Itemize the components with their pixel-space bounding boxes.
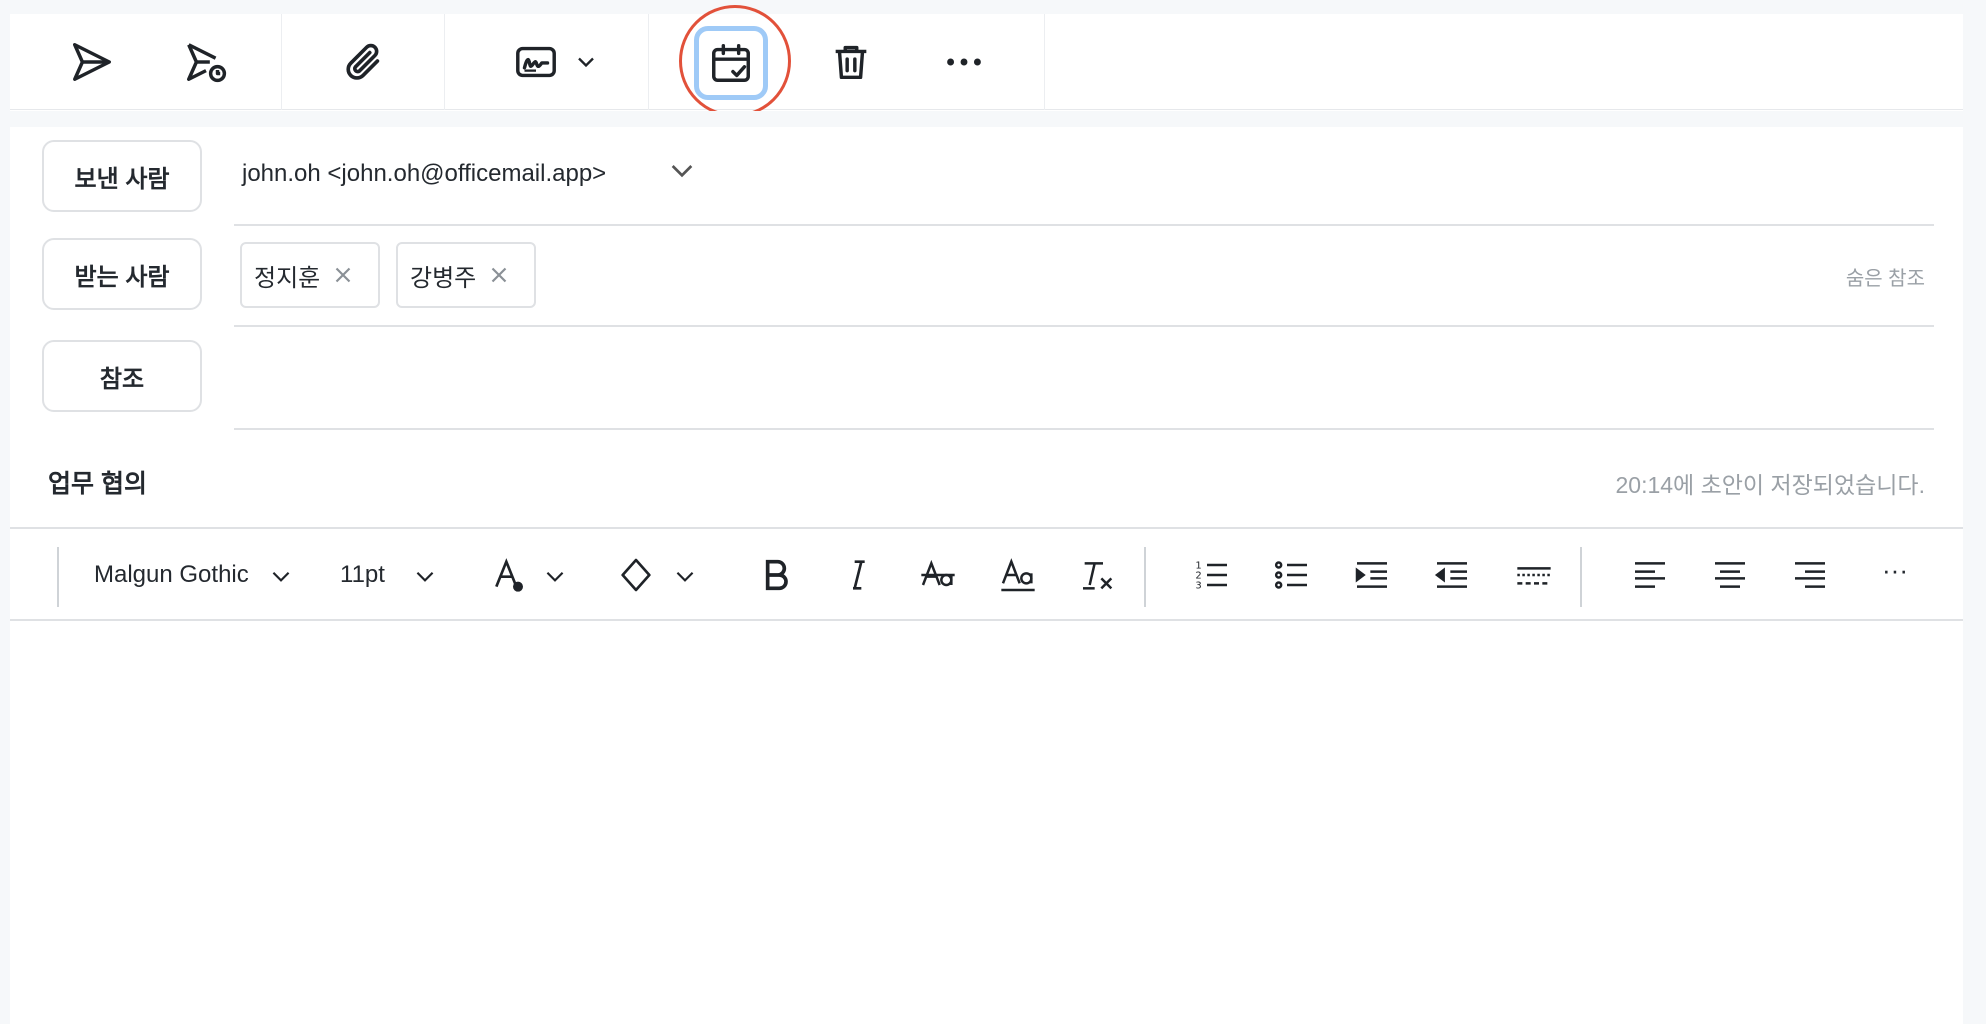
chevron-down-icon [578, 57, 594, 68]
chevron-down-icon[interactable] [672, 563, 698, 589]
outdent-icon [1434, 562, 1467, 588]
format-more-button[interactable]: ··· [1882, 555, 1908, 586]
clear-format-button[interactable] [1078, 555, 1118, 595]
recipient-chip[interactable]: 강병주 [396, 242, 536, 308]
trash-icon [835, 45, 867, 80]
calendar-check-icon [712, 44, 750, 82]
strikethrough-icon [921, 559, 955, 587]
signature-icon [516, 46, 556, 78]
strikethrough-button[interactable] [918, 555, 958, 595]
compose-toolbar [10, 5, 1963, 117]
from-address: john.oh <john.oh@officemail.app> [242, 160, 607, 187]
more-horizontal-icon [947, 58, 981, 66]
underline-button[interactable] [998, 555, 1038, 595]
send-group [10, 14, 282, 110]
delete-button[interactable] [823, 34, 879, 90]
chevron-down-icon[interactable] [666, 154, 698, 186]
from-button[interactable]: 보낸 사람 [42, 140, 202, 212]
outdent-button[interactable] [1432, 555, 1472, 595]
chevron-down-icon[interactable] [412, 563, 438, 589]
chevron-down-icon[interactable] [268, 563, 294, 589]
underline-icon [1001, 558, 1035, 592]
attachment-icon [346, 43, 380, 80]
indent-icon [1355, 562, 1387, 588]
close-icon[interactable] [486, 262, 512, 288]
schedule-meeting-button[interactable] [694, 26, 768, 100]
more-options-button[interactable] [936, 34, 992, 90]
format-toolbar: Malgun Gothic 11pt 123 ··· [10, 527, 1963, 621]
attach-button[interactable] [336, 34, 392, 90]
cc-divider [234, 428, 1934, 430]
send-button[interactable] [64, 34, 120, 90]
align-center-button[interactable] [1710, 555, 1750, 595]
from-divider [234, 224, 1934, 226]
font-color-button[interactable] [488, 555, 528, 595]
cc-button[interactable]: 참조 [42, 340, 202, 412]
draft-saved-status: 20:14에 초안이 저장되었습니다. [1615, 472, 1926, 498]
italic-icon [853, 560, 865, 590]
to-button[interactable]: 받는 사람 [42, 238, 202, 310]
bold-icon [765, 559, 788, 591]
scheduled-send-button[interactable] [178, 34, 234, 90]
font-size-select[interactable]: 11pt [340, 561, 385, 589]
toolbar-divider [57, 547, 59, 607]
to-divider [234, 325, 1934, 327]
bullet-list-button[interactable] [1272, 555, 1312, 595]
numbered-list-icon: 123 [1195, 560, 1227, 591]
horizontal-rule-icon [1517, 567, 1551, 585]
bullet-list-icon [1274, 561, 1307, 589]
highlight-color-button[interactable] [616, 555, 656, 595]
toolbar-divider [1144, 547, 1146, 607]
clear-format-icon [1083, 562, 1113, 590]
recipient-chip[interactable]: 정지훈 [240, 242, 380, 308]
indent-button[interactable] [1352, 555, 1392, 595]
align-right-button[interactable] [1790, 555, 1830, 595]
bcc-toggle[interactable]: 숨은 참조 [1846, 262, 1925, 291]
signature-dropdown-button[interactable] [566, 34, 606, 90]
signature-button[interactable] [508, 34, 564, 90]
toolbar-gap [10, 111, 1963, 127]
numbered-list-button[interactable]: 123 [1192, 555, 1232, 595]
toolbar-divider [1580, 547, 1582, 607]
recipient-name: 정지훈 [254, 264, 321, 292]
paint-bucket-icon [621, 558, 651, 592]
send-icon [73, 43, 111, 81]
align-left-icon [1635, 562, 1665, 588]
italic-button[interactable] [838, 555, 878, 595]
scheduled-send-icon [187, 43, 227, 83]
recipient-name: 강병주 [410, 264, 477, 292]
message-body-editor[interactable] [10, 622, 1963, 1024]
compose-window: 보낸 사람 john.oh <john.oh@officemail.app> 받… [10, 5, 1963, 1024]
align-center-icon [1715, 562, 1745, 588]
subject-field[interactable]: 업무 협의 [48, 464, 147, 500]
horizontal-rule-button[interactable] [1514, 555, 1554, 595]
close-icon[interactable] [330, 262, 356, 288]
svg-text:3: 3 [1195, 580, 1201, 591]
bold-button[interactable] [756, 555, 796, 595]
align-right-icon [1795, 562, 1825, 588]
font-family-select[interactable]: Malgun Gothic [94, 561, 249, 589]
align-left-button[interactable] [1630, 555, 1670, 595]
font-color-icon [495, 558, 524, 592]
chevron-down-icon[interactable] [542, 563, 568, 589]
